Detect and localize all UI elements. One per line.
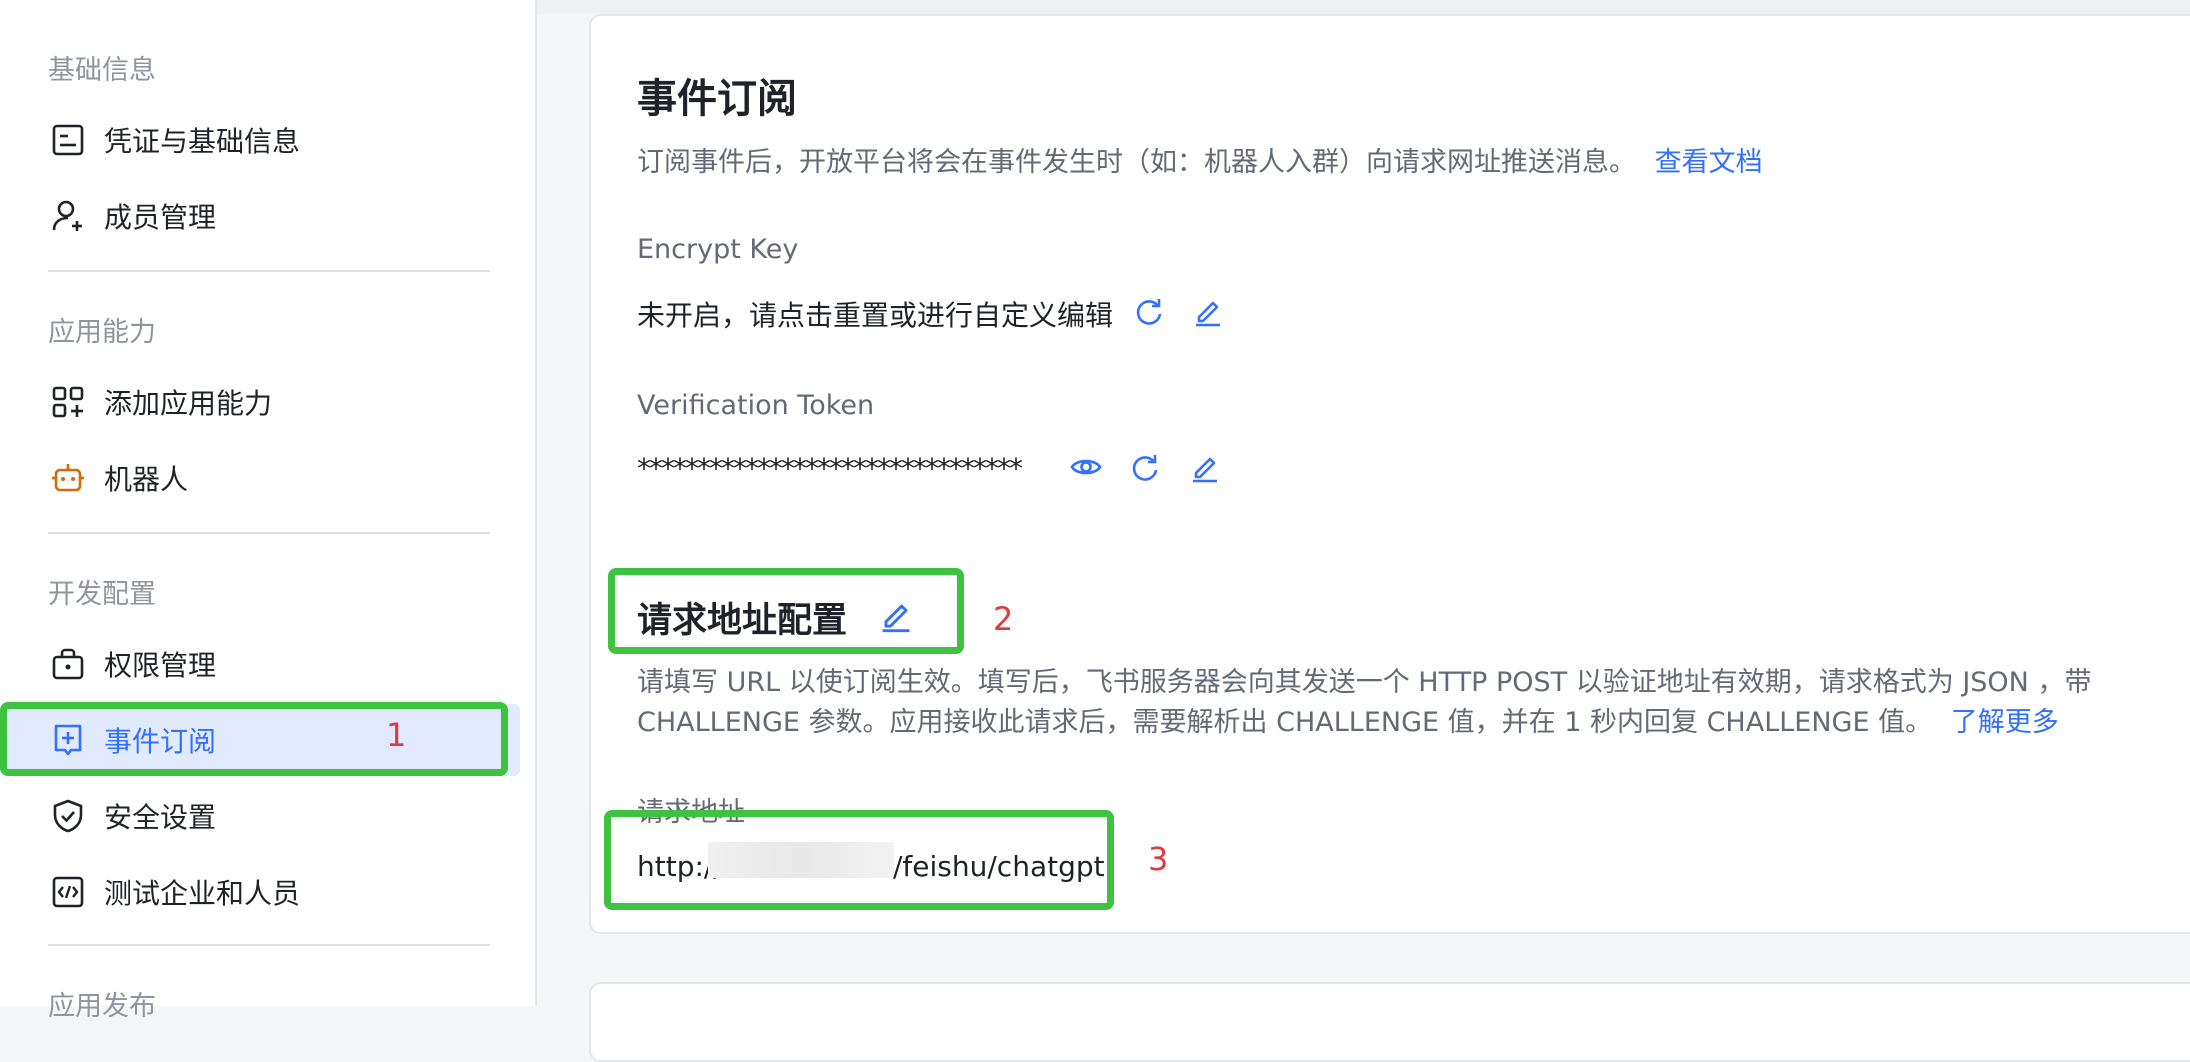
section-title-app-capabilities: 应用能力 xyxy=(48,317,156,348)
verification-token-label: Verification Token xyxy=(637,390,875,421)
user-add-icon xyxy=(52,200,82,231)
divider xyxy=(48,532,490,534)
edit-icon[interactable] xyxy=(1188,450,1222,484)
edit-icon[interactable] xyxy=(1191,294,1225,328)
sidebar-item-permissions[interactable]: 权限管理 xyxy=(0,628,520,700)
request-config-desc-line1: 请填写 URL 以使订阅生效。填写后，飞书服务器会向其发送一个 HTTP POS… xyxy=(637,667,2092,698)
annotation-1: 1 xyxy=(386,716,407,754)
desc-line2-text: CHALLENGE 参数。应用接收此请求后，需要解析出 CHALLENGE 值，… xyxy=(637,707,1933,738)
learn-more-link[interactable]: 了解更多 xyxy=(1951,707,2059,738)
shield-check-icon xyxy=(53,799,83,833)
section-title-app-release: 应用发布 xyxy=(48,991,156,1022)
highlight-box-3 xyxy=(604,810,1114,910)
sidebar-item-credentials[interactable]: 凭证与基础信息 xyxy=(0,104,520,176)
sidebar-item-label: 凭证与基础信息 xyxy=(104,125,301,158)
sidebar-item-label: 安全设置 xyxy=(104,801,217,834)
sidebar-item-add-capability[interactable]: 添加应用能力 xyxy=(0,366,520,438)
sidebar-item-label: 测试企业和人员 xyxy=(104,877,301,910)
section-title-basic-info: 基础信息 xyxy=(48,55,156,86)
sidebar-item-label: 成员管理 xyxy=(104,201,217,234)
refresh-icon[interactable] xyxy=(1128,450,1162,484)
page-title: 事件订阅 xyxy=(637,76,797,122)
sidebar-item-label: 添加应用能力 xyxy=(104,387,273,420)
sidebar-item-security[interactable]: 安全设置 xyxy=(0,780,520,852)
app-grid-add-icon xyxy=(52,386,84,418)
view-docs-link[interactable]: 查看文档 xyxy=(1655,147,1763,178)
sidebar-item-test-enterprise[interactable]: 测试企业和人员 xyxy=(0,856,520,928)
sidebar-item-members[interactable]: 成员管理 xyxy=(0,180,520,252)
refresh-icon[interactable] xyxy=(1132,294,1166,328)
divider xyxy=(48,944,490,946)
lock-bag-icon xyxy=(52,648,84,680)
top-strip xyxy=(537,0,2190,14)
document-icon xyxy=(52,124,84,156)
annotation-2: 2 xyxy=(993,600,1014,638)
next-card xyxy=(589,982,2190,1062)
annotation-3: 3 xyxy=(1148,840,1169,878)
sidebar-item-label: 机器人 xyxy=(104,463,189,496)
highlight-box-1 xyxy=(0,702,508,776)
sidebar-item-robot[interactable]: 机器人 xyxy=(0,442,520,514)
page-description: 订阅事件后，开放平台将会在事件发生时（如：机器人入群）向请求网址推送消息。 查看… xyxy=(637,140,1763,179)
description-text: 订阅事件后，开放平台将会在事件发生时（如：机器人入群）向请求网址推送消息。 xyxy=(637,147,1636,178)
section-title-dev-config: 开发配置 xyxy=(48,579,156,610)
sidebar-item-label: 权限管理 xyxy=(104,649,217,682)
request-config-desc-line2: CHALLENGE 参数。应用接收此请求后，需要解析出 CHALLENGE 值，… xyxy=(637,700,2059,739)
verification-token-value: ******************************** xyxy=(637,452,1023,485)
robot-icon xyxy=(52,464,84,492)
highlight-box-2 xyxy=(608,568,964,654)
divider xyxy=(48,270,490,272)
code-icon xyxy=(52,876,84,908)
eye-icon[interactable] xyxy=(1069,450,1103,484)
encrypt-key-label: Encrypt Key xyxy=(637,234,799,265)
encrypt-key-value: 未开启，请点击重置或进行自定义编辑 xyxy=(637,299,1114,332)
sidebar: 基础信息 凭证与基础信息 成员管理 应用能力 添加应用能力 机器人 开发配置 权… xyxy=(0,0,537,1022)
